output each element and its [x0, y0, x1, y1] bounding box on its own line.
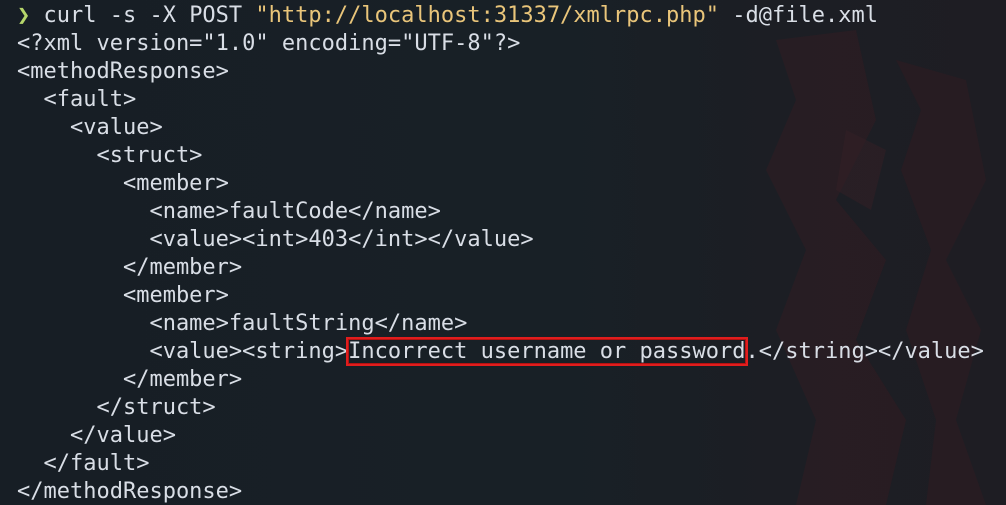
command-url: "http://localhost:31337/xmlrpc.php": [255, 3, 720, 28]
output-line: </struct>: [17, 395, 216, 420]
command-text: curl -s -X POST: [30, 3, 256, 28]
error-message-highlight: Incorrect username or password: [346, 337, 748, 366]
terminal-window[interactable]: ❯ curl -s -X POST "http://localhost:3133…: [0, 0, 1006, 505]
output-line: <struct>: [17, 143, 203, 168]
terminal-output: ❯ curl -s -X POST "http://localhost:3133…: [17, 2, 984, 505]
output-line: </member>: [17, 367, 243, 392]
output-line: </methodResponse>: [17, 479, 243, 504]
output-line: <value><int>403</int></value>: [17, 227, 534, 252]
fault-string-open-tags: <value><string>: [17, 339, 349, 364]
output-line-fault-string: <value><string>Incorrect username or pas…: [17, 337, 984, 366]
fault-string-close-tags: .</string></value>: [745, 339, 984, 364]
output-line: </member>: [17, 255, 243, 280]
output-line: <value>: [17, 115, 163, 140]
output-line: <methodResponse>: [17, 59, 229, 84]
output-line: <fault>: [17, 87, 137, 112]
output-line: </fault>: [17, 451, 150, 476]
prompt-icon: ❯: [17, 3, 31, 28]
command-line: ❯ curl -s -X POST "http://localhost:3133…: [17, 2, 984, 30]
output-line: <name>faultCode</name>: [17, 199, 441, 224]
output-line: <member>: [17, 283, 229, 308]
output-line: </value>: [17, 423, 176, 448]
output-line: <name>faultString</name>: [17, 311, 468, 336]
output-line: <member>: [17, 171, 229, 196]
output-line: <?xml version="1.0" encoding="UTF-8"?>: [17, 31, 521, 56]
command-args: -d@file.xml: [719, 3, 878, 28]
